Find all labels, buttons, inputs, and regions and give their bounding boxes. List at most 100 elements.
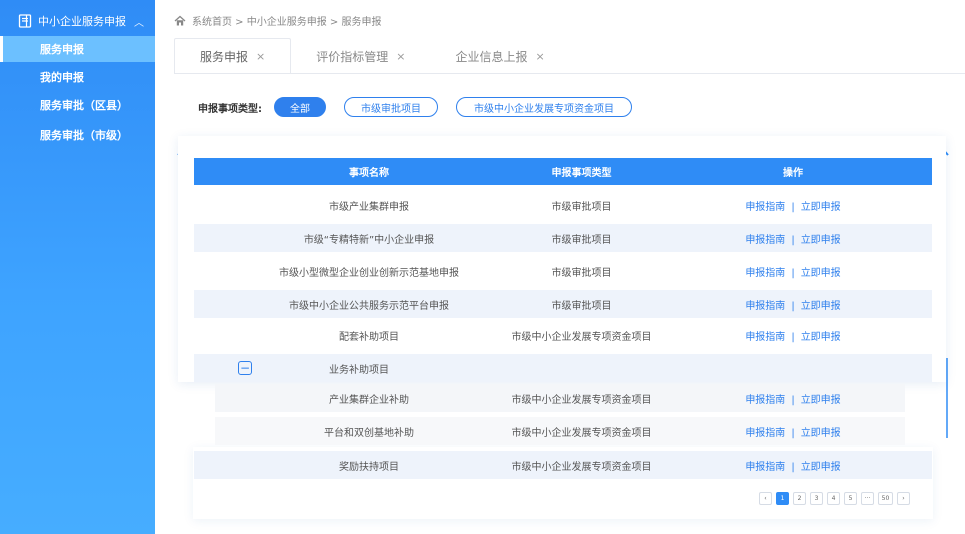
- table-row-child: 平台和双创基地补助 市级中小企业发展专项资金项目 申报指南 | 立即申报: [215, 417, 905, 445]
- guide-link[interactable]: 申报指南: [745, 462, 785, 473]
- table-header: 事项名称 申报事项类型 操作: [194, 158, 932, 185]
- close-icon[interactable]: ×: [256, 50, 265, 63]
- row-name: 市级中小企业公共服务示范平台申报: [289, 300, 449, 312]
- action-separator: |: [791, 234, 795, 246]
- apply-link[interactable]: 立即申报: [801, 428, 841, 439]
- breadcrumb: 系统首页 > 中小企业服务申报 > 服务申报: [174, 13, 381, 28]
- chevron-up-icon[interactable]: ︿: [134, 14, 144, 29]
- row-name: 奖励扶持项目: [339, 461, 399, 473]
- sidebar: 中小企业服务申报 ︿ 服务申报 我的申报 服务审批（区县） 服务审批（市级）: [0, 0, 155, 534]
- action-separator: |: [791, 461, 795, 473]
- guide-link[interactable]: 申报指南: [745, 268, 785, 279]
- filter-chip-all[interactable]: 全部: [274, 97, 326, 117]
- table-row: 市级“专精特新”中小企业申报 市级审批项目 申报指南 | 立即申报: [194, 224, 932, 252]
- row-type: 市级中小企业发展专项资金项目: [511, 331, 652, 343]
- sidebar-item-label: 服务审批（市级）: [40, 129, 128, 142]
- next-page-button[interactable]: ›: [897, 492, 910, 505]
- action-separator: |: [791, 267, 795, 279]
- row-type: 市级中小企业发展专项资金项目: [511, 427, 652, 439]
- sidebar-group-sme-service[interactable]: 中小企业服务申报 ︿: [0, 8, 155, 34]
- table-row: 市级小型微型企业创业创新示范基地申报 市级审批项目 申报指南 | 立即申报: [194, 257, 932, 285]
- sidebar-item-approve-city[interactable]: 服务审批（市级）: [0, 122, 155, 148]
- row-actions: 申报指南 | 立即申报: [718, 328, 868, 343]
- guide-link[interactable]: 申报指南: [745, 202, 785, 213]
- sidebar-item-approve-county[interactable]: 服务审批（区县）: [0, 92, 155, 118]
- apply-link[interactable]: 立即申报: [801, 202, 841, 213]
- sidebar-item-label: 服务申报: [40, 43, 84, 56]
- row-type: 市级审批项目: [551, 234, 612, 246]
- apply-link[interactable]: 立即申报: [801, 301, 841, 312]
- home-icon[interactable]: [174, 15, 186, 27]
- breadcrumb-text[interactable]: 系统首页 > 中小企业服务申报 > 服务申报: [192, 13, 381, 28]
- sidebar-item-my-apply[interactable]: 我的申报: [0, 64, 155, 90]
- action-separator: |: [791, 201, 795, 213]
- tab-enterprise-report[interactable]: 企业信息上报 ×: [430, 38, 569, 74]
- filter-chip-city-approval[interactable]: 市级审批项目: [344, 97, 438, 117]
- tab-label: 企业信息上报: [455, 49, 528, 64]
- guide-link[interactable]: 申报指南: [745, 332, 785, 343]
- row-type: 市级中小企业发展专项资金项目: [511, 394, 652, 406]
- row-type: 市级审批项目: [551, 201, 612, 213]
- apply-link[interactable]: 立即申报: [801, 235, 841, 246]
- row-name: 配套补助项目: [339, 331, 399, 343]
- row-name: 产业集群企业补助: [329, 394, 409, 406]
- page-button[interactable]: 3: [810, 492, 823, 505]
- tab-evaluation-index[interactable]: 评价指标管理 ×: [291, 38, 430, 74]
- apply-link[interactable]: 立即申报: [801, 332, 841, 343]
- tab-label: 评价指标管理: [316, 49, 389, 64]
- page-button[interactable]: 2: [793, 492, 806, 505]
- guide-link[interactable]: 申报指南: [745, 428, 785, 439]
- sidebar-item-service-apply[interactable]: 服务申报: [0, 36, 155, 62]
- row-name: 平台和双创基地补助: [324, 427, 414, 439]
- row-actions: 申报指南 | 立即申报: [718, 458, 868, 473]
- row-actions: 申报指南 | 立即申报: [718, 297, 868, 312]
- page-button[interactable]: 50: [878, 492, 893, 505]
- action-separator: |: [791, 300, 795, 312]
- column-header-type: 申报事项类型: [551, 168, 612, 179]
- filter-label: 申报事项类型:: [198, 103, 262, 115]
- table-row-child: 产业集群企业补助 市级中小企业发展专项资金项目 申报指南 | 立即申报: [215, 384, 905, 412]
- pagination: ‹ 1 2 3 4 5 ··· 50 ›: [759, 492, 914, 505]
- prev-page-button[interactable]: ‹: [759, 492, 772, 505]
- row-actions: 申报指南 | 立即申报: [718, 391, 868, 406]
- filter-chip-special-fund[interactable]: 市级中小企业发展专项资金项目: [456, 97, 632, 117]
- sidebar-item-label: 我的申报: [40, 71, 84, 84]
- row-name: 市级“专精特新”中小企业申报: [303, 234, 435, 246]
- row-name: 市级小型微型企业创业创新示范基地申报: [279, 267, 459, 279]
- tab-bar: 服务申报 × 评价指标管理 × 企业信息上报 ×: [174, 38, 570, 74]
- tab-label: 服务申报: [200, 49, 249, 64]
- row-type: 市级审批项目: [551, 300, 612, 312]
- page-button[interactable]: 4: [827, 492, 840, 505]
- tab-service-apply[interactable]: 服务申报 ×: [174, 38, 292, 74]
- page-button[interactable]: 5: [844, 492, 857, 505]
- row-type: 市级审批项目: [551, 267, 612, 279]
- page-ellipsis[interactable]: ···: [861, 492, 874, 505]
- guide-link[interactable]: 申报指南: [745, 235, 785, 246]
- table-row: 奖励扶持项目 市级中小企业发展专项资金项目 申报指南 | 立即申报: [194, 451, 932, 479]
- row-actions: 申报指南 | 立即申报: [718, 424, 868, 439]
- guide-link[interactable]: 申报指南: [745, 301, 785, 312]
- apply-link[interactable]: 立即申报: [801, 462, 841, 473]
- column-header-action: 操作: [783, 168, 803, 179]
- row-actions: 申报指南 | 立即申报: [718, 264, 868, 279]
- row-actions: 申报指南 | 立即申报: [718, 198, 868, 213]
- row-actions: 申报指南 | 立即申报: [718, 231, 868, 246]
- close-icon[interactable]: ×: [396, 50, 405, 63]
- table-row-group: − 业务补助项目: [194, 354, 932, 382]
- table-row: 配套补助项目 市级中小企业发展专项资金项目 申报指南 | 立即申报: [194, 321, 932, 349]
- tabs-divider: [174, 73, 965, 74]
- action-separator: |: [791, 427, 795, 439]
- sidebar-group-label: 中小企业服务申报: [38, 15, 126, 28]
- column-header-name: 事项名称: [349, 168, 389, 179]
- sidebar-item-label: 服务审批（区县）: [40, 99, 128, 112]
- action-separator: |: [791, 331, 795, 343]
- apply-link[interactable]: 立即申报: [801, 395, 841, 406]
- guide-link[interactable]: 申报指南: [745, 395, 785, 406]
- row-type: 市级中小企业发展专项资金项目: [511, 461, 652, 473]
- row-name: 市级产业集群申报: [329, 201, 409, 213]
- document-icon: [18, 14, 32, 28]
- page-button[interactable]: 1: [776, 492, 789, 505]
- close-icon[interactable]: ×: [535, 50, 544, 63]
- apply-link[interactable]: 立即申报: [801, 268, 841, 279]
- table-row: 市级产业集群申报 市级审批项目 申报指南 | 立即申报: [194, 191, 932, 219]
